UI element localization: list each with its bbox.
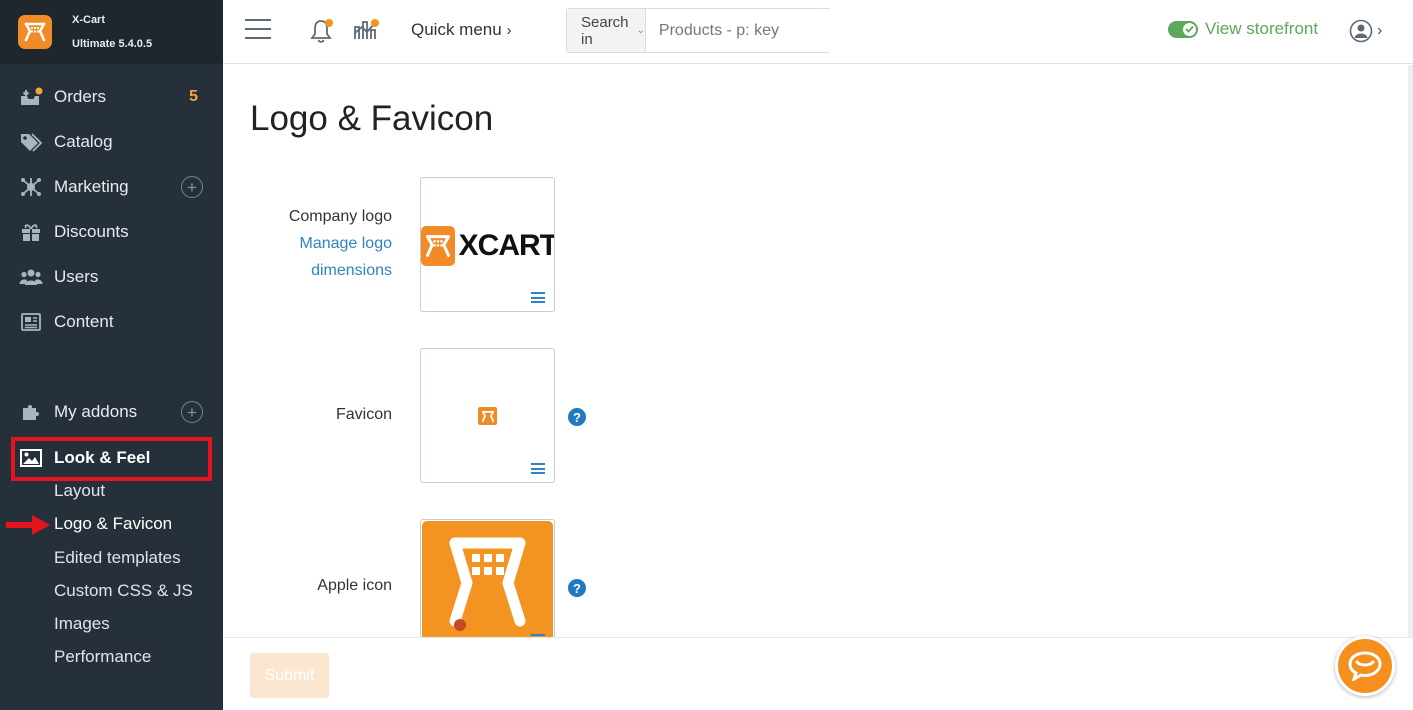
- notifications-bell-icon[interactable]: [307, 17, 335, 45]
- submenu-item-layout[interactable]: Layout: [54, 481, 105, 501]
- check-icon: [1183, 22, 1196, 36]
- newspaper-icon: [19, 311, 43, 333]
- submenu-item-edited-templates[interactable]: Edited templates: [54, 548, 181, 568]
- favicon-help-icon[interactable]: ?: [568, 408, 586, 426]
- apple-icon-help-icon[interactable]: ?: [568, 579, 586, 597]
- user-account-menu[interactable]: ›: [1349, 19, 1382, 43]
- chat-bubble-icon: [1348, 651, 1382, 681]
- sticky-footer: Submit: [223, 637, 1413, 710]
- submenu-item-images[interactable]: Images: [54, 614, 110, 634]
- marketing-icon: [19, 176, 43, 198]
- orders-count-badge: 5: [189, 88, 198, 105]
- search-in-label: Search in: [581, 13, 629, 48]
- image-menu-icon[interactable]: [531, 292, 545, 303]
- sidebar-item-catalog[interactable]: Catalog: [0, 122, 223, 162]
- live-chat-button[interactable]: [1335, 636, 1395, 696]
- chevron-right-icon: ›: [1377, 22, 1383, 39]
- xcart-company-logo: XCART: [421, 224, 555, 268]
- manage-logo-line2: dimensions: [311, 262, 392, 279]
- image-menu-icon[interactable]: [531, 463, 545, 474]
- sidebar: X-Cart Ultimate 5.4.0.5 Orders 5 Catalog…: [0, 0, 223, 710]
- company-logo-label: Company logo: [288, 208, 392, 225]
- brand-name: X-Cart: [72, 13, 106, 26]
- sidebar-item-label: My addons: [54, 402, 138, 421]
- xcart-large-logo-icon: [449, 537, 526, 631]
- sidebar-item-orders[interactable]: Orders 5: [0, 77, 223, 117]
- view-storefront-toggle[interactable]: View storefront: [1168, 19, 1318, 39]
- submenu-item-logo-favicon[interactable]: Logo & Favicon: [54, 514, 172, 534]
- gift-icon: [19, 221, 43, 243]
- sidebar-item-label: Orders: [54, 87, 106, 106]
- sidebar-item-users[interactable]: Users: [0, 257, 223, 297]
- search-in-dropdown[interactable]: Search in ⌄: [567, 9, 646, 52]
- brand-header[interactable]: X-Cart Ultimate 5.4.0.5: [0, 0, 223, 64]
- manage-logo-line1: Manage logo: [299, 235, 392, 252]
- sidebar-item-label: Content: [54, 312, 114, 331]
- sidebar-item-label: Marketing: [54, 177, 129, 196]
- apple-icon-preview: [422, 521, 553, 637]
- chevron-down-icon: ⌄: [636, 25, 645, 36]
- view-storefront-label: View storefront: [1205, 19, 1319, 38]
- toggle-switch[interactable]: [1168, 20, 1198, 38]
- apple-icon-label: Apple icon: [317, 577, 392, 594]
- brand-version: Ultimate 5.4.0.5: [72, 37, 153, 50]
- quick-menu-label: Quick menu: [411, 20, 502, 39]
- favicon-label: Favicon: [335, 406, 392, 423]
- red-arrow-icon: [6, 515, 50, 535]
- sidebar-item-marketing[interactable]: Marketing +: [0, 167, 223, 207]
- sidebar-item-content[interactable]: Content: [0, 302, 223, 342]
- submit-button[interactable]: Submit: [250, 653, 329, 698]
- annotation-highlight-box: [11, 437, 212, 481]
- manage-logo-dimensions-link[interactable]: Manage logo dimensions: [289, 230, 392, 284]
- company-logo-image[interactable]: XCART: [420, 177, 555, 312]
- sidebar-item-label: Discounts: [54, 222, 129, 241]
- sidebar-item-label: Catalog: [54, 132, 113, 151]
- vertical-scrollbar[interactable]: [1408, 65, 1413, 637]
- main-content: Logo & Favicon Company logo Manage logo d…: [223, 65, 1408, 637]
- xcart-logo-icon: [421, 226, 455, 266]
- favicon-image[interactable]: [420, 348, 555, 483]
- sidebar-item-discounts[interactable]: Discounts: [0, 212, 223, 252]
- page-title: Logo & Favicon: [250, 99, 494, 138]
- quick-menu-button[interactable]: Quick menu ›: [411, 20, 511, 40]
- search-input[interactable]: [645, 9, 866, 52]
- chevron-right-icon: ›: [506, 22, 512, 39]
- top-header: Quick menu › Search in ⌄ View storefront…: [223, 0, 1413, 64]
- user-avatar-icon: [1349, 19, 1373, 43]
- tags-icon: [19, 131, 43, 153]
- apple-icon-image[interactable]: [420, 519, 555, 637]
- company-logo-label-group: Company logo Manage logo dimensions: [289, 203, 392, 284]
- sidebar-item-label: Users: [54, 267, 99, 286]
- orders-icon: [19, 86, 43, 108]
- sidebar-item-my-addons[interactable]: My addons +: [0, 392, 223, 432]
- submenu-item-custom-css-js[interactable]: Custom CSS & JS: [54, 581, 193, 601]
- company-logo-text: XCART: [458, 229, 555, 262]
- xcart-logo-icon: [18, 15, 52, 49]
- users-icon: [19, 266, 43, 288]
- search-bar: Search in ⌄: [566, 8, 866, 53]
- add-marketing-button[interactable]: +: [181, 176, 203, 198]
- submenu-item-performance[interactable]: Performance: [54, 647, 151, 667]
- add-addon-button[interactable]: +: [181, 401, 203, 423]
- favicon-preview-icon: [478, 407, 497, 425]
- analytics-chart-icon[interactable]: [352, 17, 380, 45]
- puzzle-icon: [19, 401, 43, 423]
- hamburger-menu-icon[interactable]: [245, 19, 271, 41]
